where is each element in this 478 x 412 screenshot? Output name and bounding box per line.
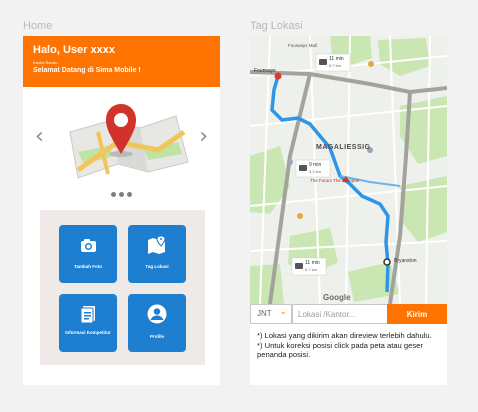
route-distance-2: 3.2 km <box>309 169 322 174</box>
note-correction: *) Untuk koreksi posisi click pada peta … <box>257 340 423 360</box>
map-pin-icon <box>148 236 166 254</box>
home-screen-label: Home <box>23 20 53 32</box>
tambah-foto-button[interactable]: Tambah Foto <box>59 225 117 283</box>
location-map[interactable]: Fourways Fourways Mall MAGALIESSIG The F… <box>250 36 447 304</box>
map-place-3: Bryanston <box>394 258 417 264</box>
banner-carousel[interactable]: ‹ › <box>23 92 220 207</box>
home-header: Halo, User xxxx Kantor Bandu Selamat Dat… <box>23 36 220 87</box>
profile-label: Profile <box>149 334 164 339</box>
map-area-label: MAGALIESSIG <box>316 144 371 151</box>
chevron-left-icon[interactable]: ‹ <box>35 124 44 149</box>
camera-icon <box>81 239 96 252</box>
carousel-dot[interactable] <box>119 192 124 197</box>
tag-lokasi-screen: Fourways Fourways Mall MAGALIESSIG The F… <box>250 36 447 385</box>
branch-text: Kantor Bandu <box>33 60 58 65</box>
tag-lokasi-button[interactable]: Tag Lokasi <box>128 225 186 283</box>
map-canvas[interactable] <box>250 36 447 304</box>
route-time-1: 11 min <box>329 56 344 62</box>
carousel-dot[interactable] <box>127 192 132 197</box>
profile-button[interactable]: Profile <box>128 294 186 352</box>
tag-lokasi-label: Tag Lokasi <box>145 264 169 269</box>
courier-select[interactable]: JNT ⌄ <box>250 304 292 324</box>
menu-panel: Tambah Foto Tag Lokasi Informasi Kompeti… <box>40 210 205 365</box>
courier-select-value: JNT <box>257 309 272 318</box>
map-start-label: Fourways <box>254 68 276 74</box>
map-place-2: The Forum The Campus <box>310 178 359 183</box>
chevron-right-icon[interactable]: › <box>199 124 208 149</box>
location-input[interactable] <box>292 304 391 324</box>
route-distance-3: 6.7 km <box>305 267 318 272</box>
route-distance-1: 6.7 km <box>329 63 342 68</box>
welcome-text: Selamat Datang di Sima Mobile ! <box>33 67 141 74</box>
document-icon <box>80 306 95 323</box>
user-icon <box>147 304 167 324</box>
tambah-foto-label: Tambah Foto <box>74 264 102 269</box>
carousel-indicator <box>23 192 220 197</box>
map-place-1: Fourways Mall <box>288 43 318 48</box>
route-time-3: 11 min <box>305 260 320 266</box>
informasi-kompetitor-button[interactable]: Informasi Kompetitor <box>59 294 117 352</box>
google-logo: Google <box>323 293 351 302</box>
home-screen: Halo, User xxxx Kantor Bandu Selamat Dat… <box>23 36 220 385</box>
map-pin-illustration <box>69 104 189 179</box>
instructions: *) Lokasi yang dikirim akan direview ter… <box>257 331 445 360</box>
informasi-kompetitor-label: Informasi Kompetitor <box>65 330 111 335</box>
note-review: *) Lokasi yang dikirim akan direview ter… <box>257 331 432 340</box>
route-time-2: 9 min <box>309 162 322 168</box>
kirim-button[interactable]: Kirim <box>387 304 447 324</box>
greeting-text: Halo, User xxxx <box>33 44 115 56</box>
tag-lokasi-screen-label: Tag Lokasi <box>250 20 303 32</box>
carousel-dot[interactable] <box>111 192 116 197</box>
chevron-down-icon: ⌄ <box>279 307 287 317</box>
location-input-bar: JNT ⌄ Kirim <box>250 304 447 324</box>
